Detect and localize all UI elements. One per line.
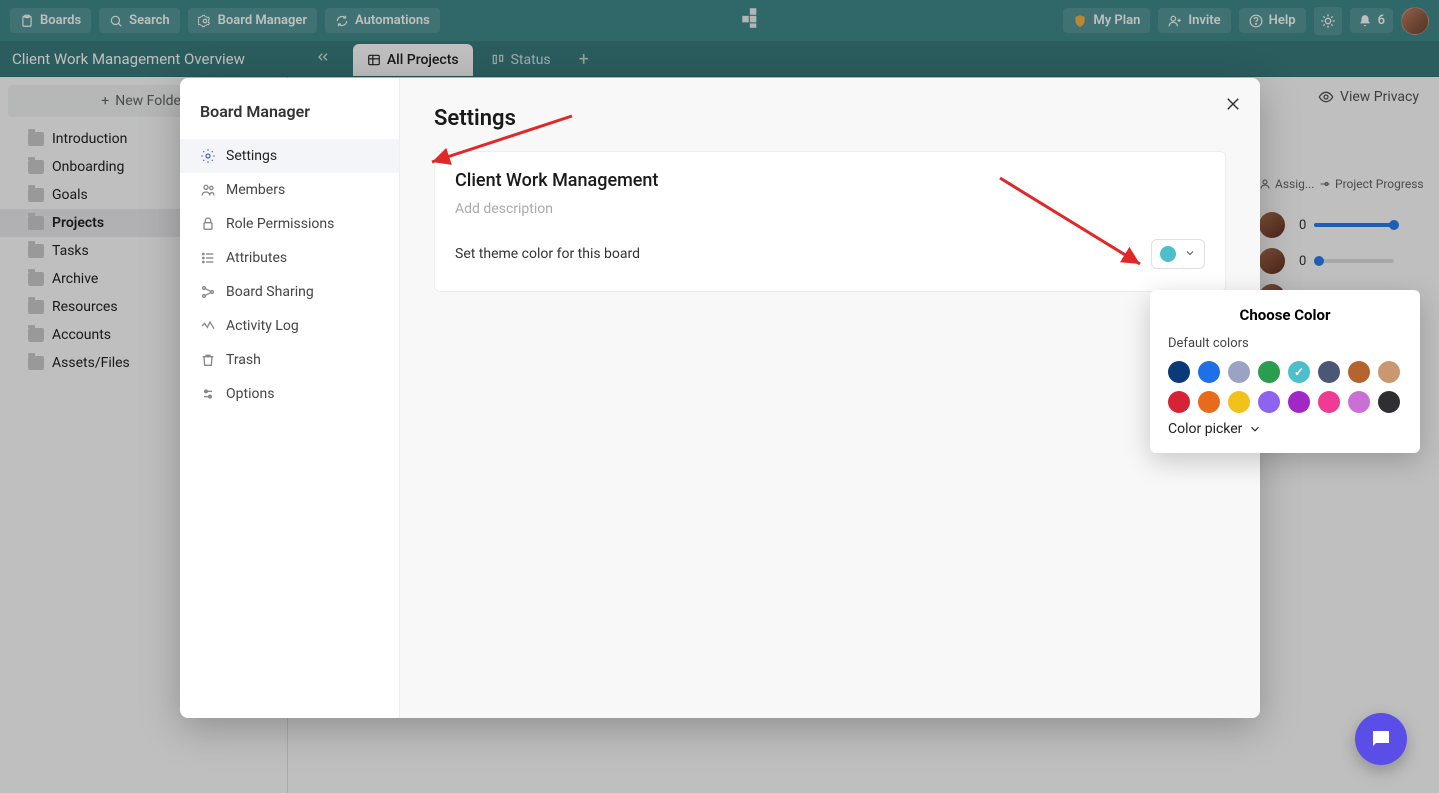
- add-description-field[interactable]: Add description: [455, 201, 1205, 217]
- color-swatch[interactable]: [1168, 361, 1190, 383]
- modal-sidebar: Board Manager Settings Members Role Permis…: [180, 78, 400, 718]
- color-swatch[interactable]: [1318, 391, 1340, 413]
- color-swatch[interactable]: [1348, 361, 1370, 383]
- nav-label: Trash: [226, 352, 261, 368]
- chat-fab[interactable]: [1355, 713, 1407, 765]
- color-swatch[interactable]: [1228, 361, 1250, 383]
- nav-label: Members: [226, 182, 285, 198]
- swatch-row-2: [1168, 391, 1402, 413]
- popover-default-label: Default colors: [1168, 336, 1402, 351]
- settings-card: Client Work Management Add description S…: [434, 151, 1226, 292]
- color-swatch[interactable]: [1258, 361, 1280, 383]
- modal-nav: Settings Members Role Permissions Attribute…: [180, 139, 399, 411]
- board-manager-modal: Board Manager Settings Members Role Permis…: [180, 78, 1260, 718]
- color-swatch[interactable]: [1378, 361, 1400, 383]
- modal-close-button[interactable]: [1224, 94, 1242, 118]
- popover-title: Choose Color: [1168, 306, 1402, 324]
- modal-nav-board-sharing[interactable]: Board Sharing: [180, 275, 399, 309]
- nav-icon: [200, 148, 216, 164]
- nav-icon: [200, 284, 216, 300]
- modal-nav-options[interactable]: Options: [180, 377, 399, 411]
- color-picker-label: Color picker: [1168, 421, 1242, 437]
- modal-title: Board Manager: [180, 102, 399, 139]
- swatch-row-1: [1168, 361, 1402, 383]
- modal-nav-members[interactable]: Members: [180, 173, 399, 207]
- nav-label: Options: [226, 386, 274, 402]
- modal-nav-role-permissions[interactable]: Role Permissions: [180, 207, 399, 241]
- current-color-swatch: [1160, 246, 1176, 262]
- nav-icon: [200, 352, 216, 368]
- color-swatch[interactable]: [1168, 391, 1190, 413]
- modal-main: Settings Client Work Management Add desc…: [400, 78, 1260, 718]
- board-name-field[interactable]: Client Work Management: [455, 170, 1205, 191]
- color-swatch[interactable]: [1198, 391, 1220, 413]
- nav-icon: [200, 250, 216, 266]
- color-swatch[interactable]: [1228, 391, 1250, 413]
- nav-icon: [200, 386, 216, 402]
- color-swatch[interactable]: [1378, 391, 1400, 413]
- color-swatch[interactable]: [1258, 391, 1280, 413]
- modal-nav-attributes[interactable]: Attributes: [180, 241, 399, 275]
- color-swatch[interactable]: [1288, 391, 1310, 413]
- modal-nav-activity-log[interactable]: Activity Log: [180, 309, 399, 343]
- chevron-down-icon: [1184, 247, 1196, 262]
- color-swatch[interactable]: [1318, 361, 1340, 383]
- modal-nav-settings[interactable]: Settings: [180, 139, 399, 173]
- settings-heading: Settings: [434, 106, 1226, 131]
- color-swatch[interactable]: [1198, 361, 1220, 383]
- nav-icon: [200, 216, 216, 232]
- nav-label: Board Sharing: [226, 284, 314, 300]
- color-picker-toggle[interactable]: Color picker: [1168, 421, 1402, 437]
- nav-label: Activity Log: [226, 318, 299, 334]
- nav-icon: [200, 182, 216, 198]
- color-swatch[interactable]: [1348, 391, 1370, 413]
- nav-label: Attributes: [226, 250, 287, 266]
- theme-label: Set theme color for this board: [455, 246, 640, 262]
- color-popover: Choose Color Default colors Color picker: [1150, 290, 1420, 453]
- color-swatch[interactable]: [1288, 361, 1310, 383]
- nav-icon: [200, 318, 216, 334]
- modal-nav-trash[interactable]: Trash: [180, 343, 399, 377]
- theme-row: Set theme color for this board: [455, 239, 1205, 269]
- theme-color-select[interactable]: [1151, 239, 1205, 269]
- nav-label: Settings: [226, 148, 277, 164]
- chevron-down-icon: [1248, 422, 1262, 436]
- nav-label: Role Permissions: [226, 216, 334, 232]
